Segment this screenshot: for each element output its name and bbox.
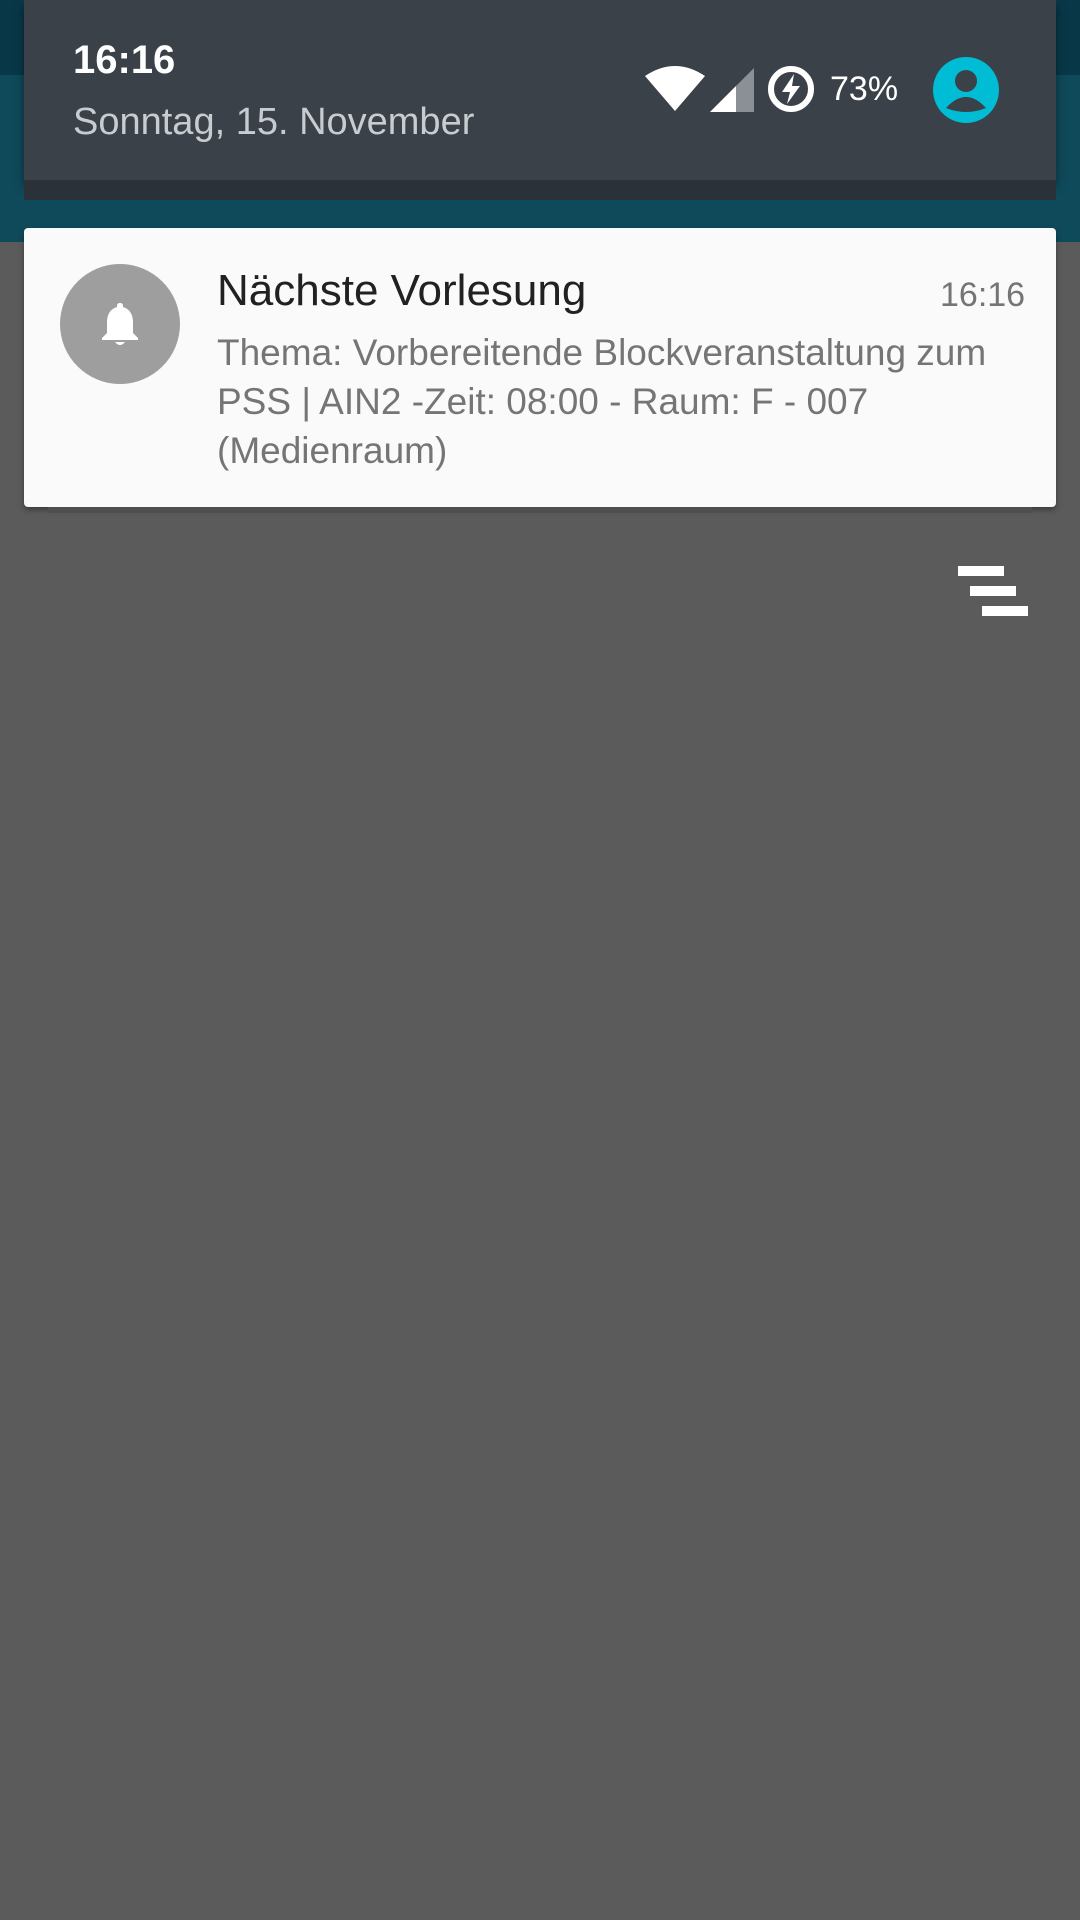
quick-settings-header[interactable]: 16:16 Sonntag, 15. November 73% (24, 0, 1056, 180)
notification-stack-edge (48, 507, 1032, 513)
bell-icon (102, 303, 138, 345)
clear-all-icon[interactable] (956, 562, 1030, 618)
header-shadow (24, 180, 1056, 200)
wifi-icon (645, 66, 705, 111)
notification-body: Thema: Vorbereitende Blockveranstaltung … (217, 332, 987, 471)
battery-saver-icon (768, 66, 814, 112)
notification-time: 16:16 (940, 276, 1026, 314)
account-avatar-icon[interactable] (932, 56, 1000, 124)
date-label[interactable]: Sonntag, 15. November (73, 101, 474, 144)
notification-app-icon (60, 264, 180, 384)
battery-percentage: 73% (830, 70, 899, 108)
notification-title: Nächste Vorlesung (217, 266, 587, 315)
cell-signal-icon (710, 68, 754, 112)
clock-time: 16:16 (73, 38, 176, 82)
